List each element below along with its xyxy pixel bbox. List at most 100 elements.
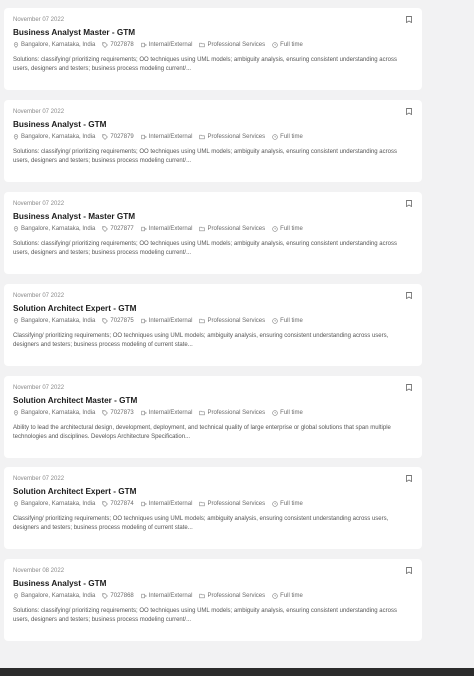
job-category: Professional Services [199, 41, 265, 49]
job-description: Classifying/ prioritizing requirements; … [13, 333, 389, 348]
job-type-text: Internal/External [148, 134, 193, 140]
save-job-button[interactable] [406, 292, 412, 299]
folder-icon [199, 226, 206, 232]
bookmark-icon [406, 292, 412, 299]
save-job-button[interactable] [406, 200, 412, 207]
tag-icon [102, 42, 109, 48]
folder-icon [199, 318, 206, 324]
job-category: Professional Services [199, 225, 265, 233]
job-schedule: Full time [272, 225, 303, 233]
save-job-button[interactable] [406, 475, 412, 482]
job-type: Internal/External [141, 409, 192, 417]
job-schedule-text: Full time [280, 134, 303, 140]
location-pin-icon [13, 593, 19, 599]
save-job-button[interactable] [406, 567, 412, 574]
job-id: 7027877 [102, 225, 134, 233]
location-pin-icon [13, 410, 19, 416]
job-date: November 07 2022 [13, 476, 65, 482]
job-title[interactable]: Business Analyst - GTM [13, 120, 412, 130]
job-id: 7027874 [102, 500, 134, 508]
folder-icon [199, 410, 206, 416]
clock-icon [272, 42, 278, 48]
job-description: Solutions: classifying/ prioritizing req… [13, 241, 397, 256]
job-description: Solutions: classifying/ prioritizing req… [13, 608, 397, 623]
job-title[interactable]: Business Analyst - GTM [13, 579, 412, 589]
job-card[interactable]: November 07 2022 Solution Architect Mast… [4, 376, 422, 458]
save-job-button[interactable] [406, 16, 412, 23]
job-id-text: 7027879 [110, 134, 134, 140]
bottom-bar [0, 668, 474, 676]
job-category-text: Professional Services [207, 318, 266, 324]
job-card[interactable]: November 08 2022 Business Analyst - GTM … [4, 559, 422, 641]
job-id-text: 7027874 [110, 501, 134, 507]
job-meta: Bangalore, Karnataka, India 7027874 Inte… [13, 500, 412, 508]
job-location: Bangalore, Karnataka, India [13, 41, 95, 49]
job-title[interactable]: Business Analyst - Master GTM [13, 212, 412, 222]
job-schedule: Full time [272, 592, 303, 600]
bookmark-icon [406, 384, 412, 391]
job-date: November 08 2022 [13, 568, 65, 574]
location-pin-icon [13, 42, 19, 48]
job-title[interactable]: Business Analyst Master - GTM [13, 28, 412, 38]
tag-icon [102, 593, 109, 599]
job-card[interactable]: November 07 2022 Solution Architect Expe… [4, 284, 422, 366]
job-title[interactable]: Solution Architect Master - GTM [13, 396, 412, 406]
job-id-text: 7027873 [110, 410, 134, 416]
job-category-text: Professional Services [207, 42, 266, 48]
folder-icon [199, 593, 206, 599]
job-meta: Bangalore, Karnataka, India 7027879 Inte… [13, 133, 412, 141]
share-icon [141, 501, 147, 507]
job-schedule: Full time [272, 409, 303, 417]
job-id: 7027875 [102, 317, 134, 325]
job-location-text: Bangalore, Karnataka, India [21, 42, 96, 48]
job-id-text: 7027878 [110, 42, 134, 48]
job-id: 7027878 [102, 41, 134, 49]
job-type-text: Internal/External [148, 501, 193, 507]
bookmark-icon [406, 16, 412, 23]
clock-icon [272, 134, 278, 140]
job-meta: Bangalore, Karnataka, India 7027868 Inte… [13, 592, 412, 600]
job-id: 7027879 [102, 133, 134, 141]
share-icon [141, 226, 147, 232]
job-meta: Bangalore, Karnataka, India 7027877 Inte… [13, 225, 412, 233]
job-card[interactable]: November 07 2022 Solution Architect Expe… [4, 467, 422, 549]
job-date: November 07 2022 [13, 385, 65, 391]
job-title[interactable]: Solution Architect Expert - GTM [13, 304, 412, 314]
job-card[interactable]: November 07 2022 Business Analyst Master… [4, 8, 422, 90]
save-job-button[interactable] [406, 384, 412, 391]
bookmark-icon [406, 475, 412, 482]
folder-icon [199, 501, 206, 507]
job-category-text: Professional Services [207, 134, 266, 140]
job-location: Bangalore, Karnataka, India [13, 133, 95, 141]
job-type: Internal/External [141, 317, 192, 325]
save-job-button[interactable] [406, 108, 412, 115]
job-card[interactable]: November 07 2022 Business Analyst - GTM … [4, 100, 422, 182]
job-type: Internal/External [141, 133, 193, 141]
job-category: Professional Services [199, 500, 265, 508]
share-icon [141, 134, 147, 140]
job-location: Bangalore, Karnataka, India [13, 409, 95, 417]
job-description: Ability to lead the architectural design… [13, 425, 391, 440]
clock-icon [272, 501, 278, 507]
job-type: Internal/External [141, 500, 193, 508]
job-category: Professional Services [199, 133, 265, 141]
job-location: Bangalore, Karnataka, India [13, 592, 95, 600]
job-card[interactable]: November 07 2022 Business Analyst - Mast… [4, 192, 422, 274]
job-schedule: Full time [272, 133, 303, 141]
job-type: Internal/External [141, 592, 192, 600]
job-location-text: Bangalore, Karnataka, India [21, 501, 96, 507]
job-category: Professional Services [199, 592, 265, 600]
job-title[interactable]: Solution Architect Expert - GTM [13, 487, 412, 497]
job-date: November 07 2022 [13, 17, 65, 23]
job-type: Internal/External [141, 225, 192, 233]
tag-icon [102, 134, 109, 140]
job-meta: Bangalore, Karnataka, India 7027873 Inte… [13, 409, 412, 417]
job-description: Solutions: classifying/ prioritizing req… [13, 57, 397, 72]
folder-icon [199, 42, 206, 48]
job-category-text: Professional Services [207, 410, 266, 416]
job-schedule-text: Full time [280, 318, 303, 324]
job-description: Solutions: classifying/ prioritizing req… [13, 149, 397, 164]
job-schedule: Full time [272, 41, 303, 49]
job-date: November 07 2022 [13, 293, 65, 299]
job-schedule-text: Full time [280, 410, 303, 416]
